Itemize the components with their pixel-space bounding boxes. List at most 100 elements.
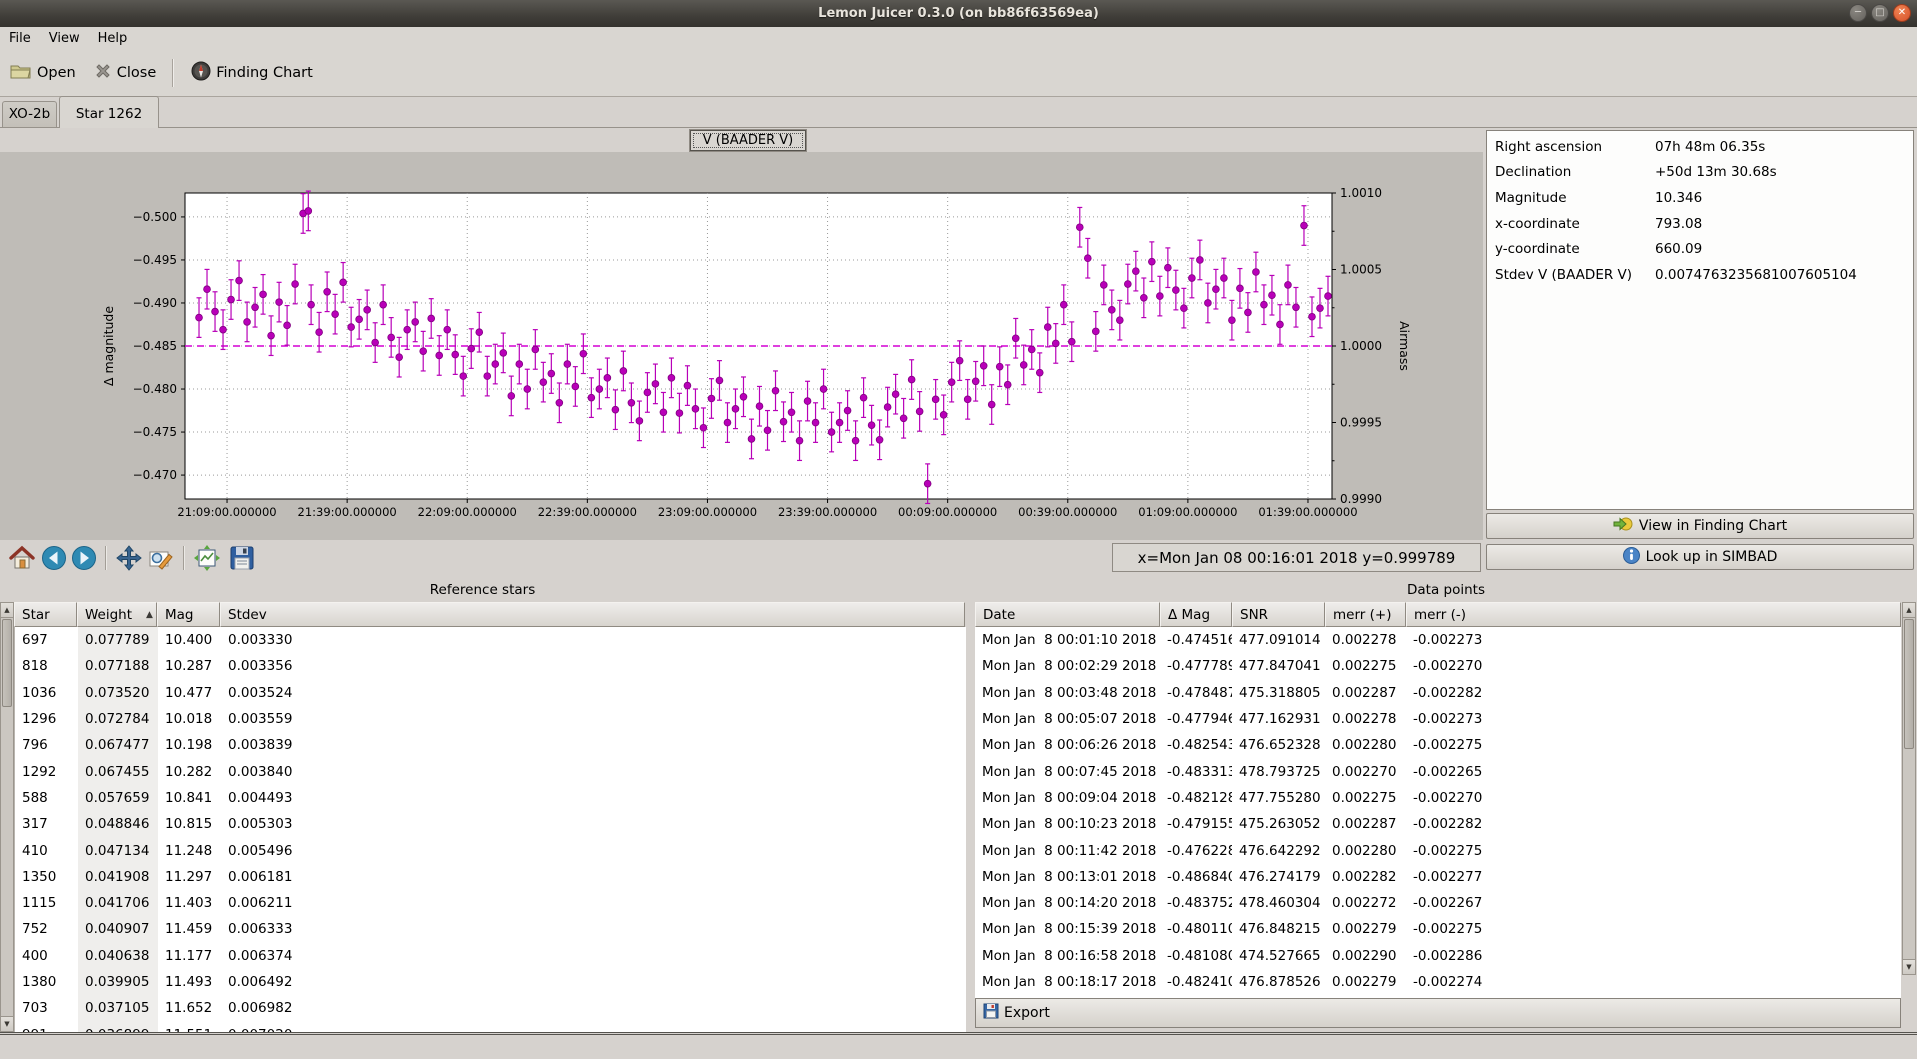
table-row[interactable]: 13500.04190811.2970.006181 xyxy=(15,864,966,890)
home-icon[interactable] xyxy=(8,544,36,572)
table-row[interactable]: 4100.04713411.2480.005496 xyxy=(15,837,966,863)
table-cell: 0.003559 xyxy=(221,711,966,727)
table-cell: 478.793725 xyxy=(1232,764,1325,780)
table-row[interactable]: Mon Jan 8 00:07:45 2018-0.483313478.7937… xyxy=(975,758,1901,784)
x-tick-label: 01:39:00.000000 xyxy=(1258,505,1357,519)
tab-star-1262[interactable]: Star 1262 xyxy=(59,96,159,128)
table-cell: 0.067477 xyxy=(78,732,158,758)
scrollbar-thumb[interactable] xyxy=(1904,619,1914,749)
table-row[interactable]: Mon Jan 8 00:10:23 2018-0.479155475.2630… xyxy=(975,811,1901,837)
close-icon[interactable]: ✕ xyxy=(1893,4,1911,22)
table-row[interactable]: 9910.03689911.5510.007020 xyxy=(15,1021,966,1032)
table-row[interactable]: Mon Jan 8 00:14:20 2018-0.483752478.4603… xyxy=(975,890,1901,916)
view-finding-chart-button[interactable]: View in Finding Chart xyxy=(1486,513,1914,539)
cursor-position-readout: x=Mon Jan 08 00:16:01 2018 y=0.999789 xyxy=(1112,543,1481,572)
ref-header-1[interactable]: Weight▲ xyxy=(77,602,157,627)
table-row[interactable]: Mon Jan 8 00:18:17 2018-0.482410476.8785… xyxy=(975,969,1901,995)
menu-help[interactable]: Help xyxy=(89,29,137,48)
table-row[interactable]: Mon Jan 8 00:02:29 2018-0.477789477.8470… xyxy=(975,653,1901,679)
scroll-down-icon[interactable]: ▼ xyxy=(1,1016,13,1031)
table-row[interactable]: 7960.06747710.1980.003839 xyxy=(15,732,966,758)
table-row[interactable]: Mon Jan 8 00:15:39 2018-0.480110476.8482… xyxy=(975,916,1901,942)
table-row[interactable]: Mon Jan 8 00:05:07 2018-0.477946477.1629… xyxy=(975,706,1901,732)
tab-xo2b[interactable]: XO-2b xyxy=(2,101,57,128)
maximize-icon[interactable]: □ xyxy=(1871,4,1889,22)
export-button[interactable]: Export xyxy=(975,998,1901,1028)
ref-header-2[interactable]: Mag xyxy=(157,602,220,627)
table-cell: -0.002282 xyxy=(1406,816,1901,832)
table-row[interactable]: Mon Jan 8 00:03:48 2018-0.478487475.3188… xyxy=(975,680,1901,706)
table-row[interactable]: 5880.05765910.8410.004493 xyxy=(15,785,966,811)
info-value: 793.08 xyxy=(1655,216,1913,232)
data-point xyxy=(372,339,379,346)
table-row[interactable]: Mon Jan 8 00:01:10 2018-0.474516477.0910… xyxy=(975,627,1901,653)
data-point xyxy=(948,379,955,386)
lookup-simbad-button[interactable]: Look up in SIMBAD xyxy=(1486,544,1914,570)
dp-header-3[interactable]: merr (+) xyxy=(1325,602,1406,627)
data-point xyxy=(1261,301,1268,308)
data-point xyxy=(740,393,747,400)
forward-icon[interactable] xyxy=(70,544,98,572)
table-row[interactable]: 4000.04063811.1770.006374 xyxy=(15,943,966,969)
table-cell: 0.002278 xyxy=(1325,711,1406,727)
table-cell: 11.459 xyxy=(158,921,221,937)
table-row[interactable]: Mon Jan 8 00:11:42 2018-0.476228476.6422… xyxy=(975,837,1901,863)
data-points-scrollbar[interactable]: ▲ ▼ xyxy=(1902,602,1916,975)
table-row[interactable]: 8180.07718810.2870.003356 xyxy=(15,653,966,679)
data-point xyxy=(412,319,419,326)
dp-header-0[interactable]: Date xyxy=(975,602,1160,627)
subplots-icon[interactable] xyxy=(193,544,221,572)
table-cell: 0.077188 xyxy=(78,653,158,679)
table-row[interactable]: Mon Jan 8 00:06:26 2018-0.482543476.6523… xyxy=(975,732,1901,758)
data-point xyxy=(324,288,331,295)
data-point xyxy=(764,427,771,434)
table-row[interactable]: 7030.03710511.6520.006982 xyxy=(15,995,966,1021)
table-row[interactable]: 12920.06745510.2820.003840 xyxy=(15,758,966,784)
dp-header-4[interactable]: merr (-) xyxy=(1406,602,1901,627)
data-point xyxy=(460,373,467,380)
scroll-up-icon[interactable]: ▲ xyxy=(1903,603,1915,618)
open-button[interactable]: Open xyxy=(2,57,84,89)
table-row[interactable]: 11150.04170611.4030.006211 xyxy=(15,890,966,916)
scroll-down-icon[interactable]: ▼ xyxy=(1903,959,1915,974)
titlebar[interactable]: Lemon Juicer 0.3.0 (on bb86f63569ea) ─ □… xyxy=(0,0,1917,27)
scrollbar-thumb[interactable] xyxy=(2,619,12,707)
data-point xyxy=(1092,328,1099,335)
close-file-button[interactable]: Close xyxy=(86,57,165,89)
table-row[interactable]: 3170.04884610.8150.005303 xyxy=(15,811,966,837)
table-row[interactable]: 12960.07278410.0180.003559 xyxy=(15,706,966,732)
data-point xyxy=(308,301,315,308)
menu-view[interactable]: View xyxy=(40,29,89,48)
scroll-up-icon[interactable]: ▲ xyxy=(1,603,13,618)
table-row[interactable]: 13800.03990511.4930.006492 xyxy=(15,969,966,995)
dp-header-1[interactable]: Δ Mag xyxy=(1160,602,1232,627)
table-row[interactable]: 10360.07352010.4770.003524 xyxy=(15,680,966,706)
table-row[interactable]: Mon Jan 8 00:09:04 2018-0.482128477.7552… xyxy=(975,785,1901,811)
table-row[interactable]: Mon Jan 8 00:13:01 2018-0.486840476.2741… xyxy=(975,864,1901,890)
back-icon[interactable] xyxy=(40,544,68,572)
pan-icon[interactable] xyxy=(115,544,143,572)
table-cell: 474.527665 xyxy=(1232,948,1325,964)
menu-file[interactable]: File xyxy=(0,29,40,48)
zoom-rect-icon[interactable] xyxy=(147,544,175,572)
table-row[interactable]: Mon Jan 8 00:16:58 2018-0.481080474.5276… xyxy=(975,943,1901,969)
data-point xyxy=(1012,335,1019,342)
minimize-icon[interactable]: ─ xyxy=(1849,4,1867,22)
data-point xyxy=(812,419,819,426)
filter-toggle-button[interactable]: V (BAADER V) xyxy=(690,130,806,151)
reference-stars-scrollbar[interactable]: ▲ ▼ xyxy=(0,602,14,1032)
finding-chart-button[interactable]: Finding Chart xyxy=(183,56,321,90)
table-cell: 0.047134 xyxy=(78,837,158,863)
ref-header-3[interactable]: Stdev xyxy=(220,602,965,627)
close-label: Close xyxy=(117,65,157,81)
header-label: Weight xyxy=(85,607,132,623)
table-row[interactable]: 6970.07778910.4000.003330 xyxy=(15,627,966,653)
ref-header-0[interactable]: Star xyxy=(14,602,77,627)
data-point xyxy=(516,361,523,368)
save-icon[interactable] xyxy=(228,544,256,572)
dp-header-2[interactable]: SNR xyxy=(1232,602,1325,627)
table-row[interactable]: 7520.04090711.4590.006333 xyxy=(15,916,966,942)
data-point xyxy=(212,308,219,315)
plot-canvas[interactable]: −0.500−0.495−0.490−0.485−0.480−0.475−0.4… xyxy=(0,152,1483,540)
data-point xyxy=(428,315,435,322)
